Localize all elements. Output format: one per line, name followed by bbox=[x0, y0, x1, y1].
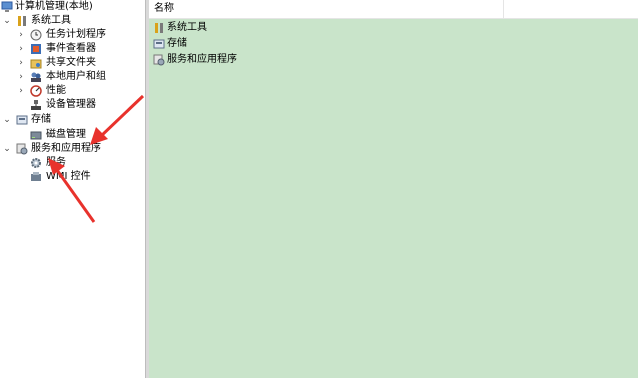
performance-icon bbox=[30, 85, 42, 97]
tree-item-label: 性能 bbox=[46, 85, 66, 96]
column-header-name[interactable]: 名称 bbox=[149, 0, 504, 18]
wmi-icon bbox=[30, 171, 42, 183]
tree-item-device-manager[interactable]: 设备管理器 bbox=[0, 98, 145, 112]
tree-item-system-tools[interactable]: ⌄ 系统工具 bbox=[0, 14, 145, 28]
tree-item-task-scheduler[interactable]: › 任务计划程序 bbox=[0, 28, 145, 42]
chevron-down-icon[interactable]: ⌄ bbox=[3, 14, 11, 28]
tree-item-label: 事件查看器 bbox=[46, 43, 96, 54]
tree-item-storage[interactable]: ⌄ 存储 bbox=[0, 113, 145, 127]
event-viewer-icon bbox=[30, 43, 42, 55]
tree-item-label: 磁盘管理 bbox=[46, 129, 86, 140]
chevron-right-icon[interactable]: › bbox=[17, 70, 25, 84]
tree-item-label: 计算机管理(本地) bbox=[15, 1, 93, 12]
details-list: 名称 系统工具 存储 服务和应用程序 bbox=[149, 0, 638, 378]
computer-management-icon bbox=[1, 1, 13, 13]
tree-item-label: 服务 bbox=[46, 157, 66, 168]
chevron-down-icon[interactable]: ⌄ bbox=[3, 113, 11, 127]
chevron-right-icon[interactable]: › bbox=[17, 28, 25, 42]
tree-item-label: 系统工具 bbox=[31, 15, 71, 26]
chevron-down-icon[interactable]: ⌄ bbox=[3, 142, 11, 156]
list-header: 名称 bbox=[149, 0, 638, 19]
shared-folder-icon bbox=[30, 57, 42, 69]
tools-icon bbox=[153, 22, 165, 34]
tree-item-wmi-control[interactable]: WMI 控件 bbox=[0, 170, 145, 184]
tree-item-disk-management[interactable]: 磁盘管理 bbox=[0, 128, 145, 142]
tree-item-label: 共享文件夹 bbox=[46, 57, 96, 68]
chevron-right-icon[interactable]: › bbox=[17, 42, 25, 56]
storage-icon bbox=[153, 38, 165, 50]
tools-icon bbox=[16, 15, 28, 27]
list-item-label: 存储 bbox=[167, 38, 187, 49]
chevron-right-icon[interactable]: › bbox=[17, 84, 25, 98]
storage-icon bbox=[16, 114, 28, 126]
navigation-tree: 计算机管理(本地) ⌄ 系统工具 › 任务计划程序 › 事件查看器 › 共享文件… bbox=[0, 0, 145, 378]
tree-item-label: 存储 bbox=[31, 114, 51, 125]
services-apps-icon bbox=[153, 54, 165, 66]
users-icon bbox=[30, 71, 42, 83]
tree-item-services[interactable]: 服务 bbox=[0, 156, 145, 170]
tree-item-services-applications[interactable]: ⌄ 服务和应用程序 bbox=[0, 142, 145, 156]
services-apps-icon bbox=[16, 143, 28, 155]
tree-item-shared-folders[interactable]: › 共享文件夹 bbox=[0, 56, 145, 70]
tree-item-label: 设备管理器 bbox=[46, 99, 96, 110]
gear-icon bbox=[30, 157, 42, 169]
tree-item-label: 服务和应用程序 bbox=[31, 143, 101, 154]
tree-item-label: 任务计划程序 bbox=[46, 29, 106, 40]
tree-item-label: WMI 控件 bbox=[46, 171, 91, 182]
clock-icon bbox=[30, 29, 42, 41]
tree-item-event-viewer[interactable]: › 事件查看器 bbox=[0, 42, 145, 56]
tree-item-label: 本地用户和组 bbox=[46, 71, 106, 82]
device-manager-icon bbox=[30, 99, 42, 111]
disk-icon bbox=[30, 129, 42, 141]
tree-item-computer-management[interactable]: 计算机管理(本地) bbox=[0, 0, 145, 14]
tree-item-performance[interactable]: › 性能 bbox=[0, 84, 145, 98]
list-item-label: 系统工具 bbox=[167, 22, 207, 33]
tree-item-local-users-groups[interactable]: › 本地用户和组 bbox=[0, 70, 145, 84]
chevron-right-icon[interactable]: › bbox=[17, 56, 25, 70]
list-item-label: 服务和应用程序 bbox=[167, 54, 237, 65]
